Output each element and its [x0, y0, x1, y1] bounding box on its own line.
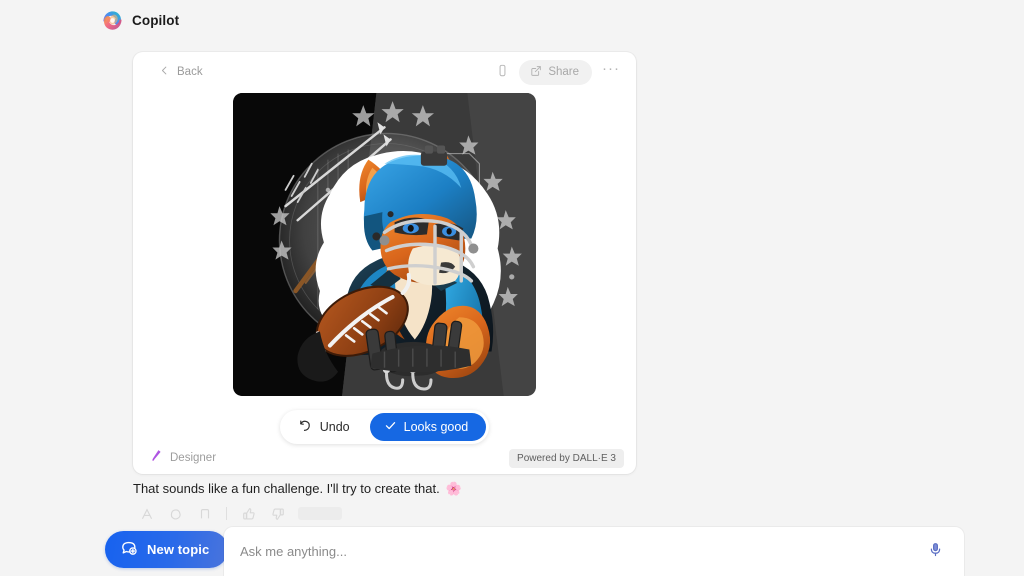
generated-image[interactable]: [233, 93, 536, 396]
share-button-label: Share: [548, 66, 579, 78]
new-topic-button[interactable]: New topic: [105, 531, 229, 568]
designer-icon: [150, 449, 163, 467]
looks-good-button[interactable]: Looks good: [369, 413, 487, 441]
designer-brand: Designer: [150, 449, 216, 467]
blossom-emoji-icon: 🌸: [445, 481, 462, 496]
assistant-message: That sounds like a fun challenge. I'll t…: [133, 481, 462, 496]
thumbs-down-icon[interactable]: [269, 505, 286, 522]
composer-box: [224, 527, 964, 576]
undo-button[interactable]: Undo: [283, 413, 368, 441]
new-chat-icon: [120, 539, 138, 560]
chat-input[interactable]: [224, 527, 920, 559]
thumbs-up-icon[interactable]: [240, 505, 257, 522]
composer-area: New topic: [0, 527, 1024, 576]
assistant-message-text: That sounds like a fun challenge. I'll t…: [133, 481, 440, 496]
designer-brand-label: Designer: [170, 452, 217, 464]
undo-button-label: Undo: [319, 420, 350, 434]
microphone-icon: [928, 542, 943, 560]
share-icon: [530, 65, 542, 80]
more-options-button[interactable]: ···: [598, 61, 624, 80]
card-toolbar: Back Share ···: [133, 55, 636, 89]
bookmark-icon[interactable]: [196, 505, 213, 522]
new-topic-button-label: New topic: [147, 542, 210, 557]
toolbar-divider: [226, 507, 227, 520]
image-stage: [133, 93, 636, 396]
more-horizontal-icon: ···: [602, 59, 620, 77]
undo-arrow-icon: [298, 419, 312, 436]
microphone-button[interactable]: [920, 536, 950, 566]
source-badge[interactable]: [298, 507, 342, 520]
looks-good-button-label: Looks good: [403, 420, 469, 434]
share-button[interactable]: Share: [519, 59, 592, 85]
designer-card: Back Share ··· Undo Looks good Designer …: [133, 52, 636, 474]
chevron-left-icon: [159, 63, 170, 81]
copy-icon[interactable]: [167, 505, 184, 522]
checkmark-icon: [384, 419, 397, 435]
back-button-label: Back: [177, 66, 203, 78]
read-aloud-icon[interactable]: [138, 505, 155, 522]
back-button[interactable]: Back: [155, 60, 207, 84]
mobile-device-button[interactable]: [489, 59, 515, 85]
card-footer: Designer Powered by DALL·E 3: [133, 442, 636, 474]
app-title: Copilot: [132, 12, 180, 28]
mobile-device-icon: [496, 64, 509, 80]
app-header: Copilot: [0, 0, 1024, 40]
copilot-logo-icon: [102, 10, 123, 31]
action-group: Undo Looks good: [279, 410, 490, 444]
powered-by-badge: Powered by DALL·E 3: [509, 448, 624, 468]
message-action-toolbar: [138, 505, 342, 522]
image-action-row: Undo Looks good: [133, 410, 636, 444]
